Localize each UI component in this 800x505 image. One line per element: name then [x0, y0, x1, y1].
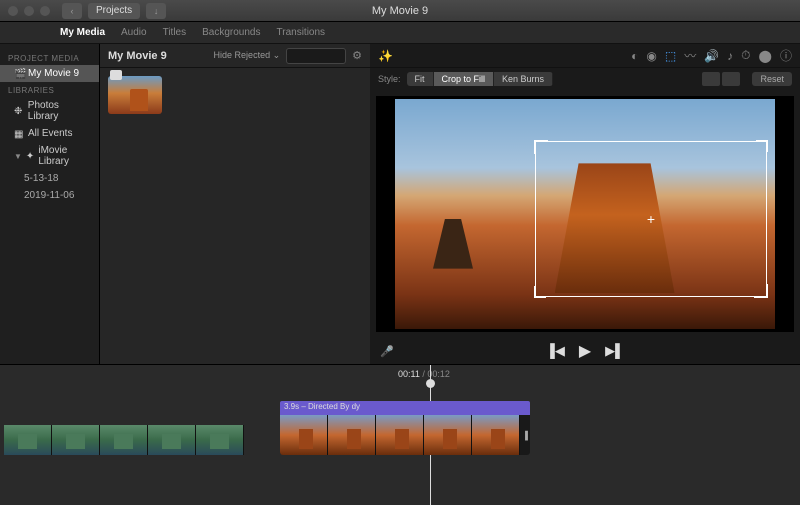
- chevron-down-icon: ▼: [14, 152, 22, 161]
- browser-title: My Movie 9: [108, 50, 167, 62]
- crop-controls: Style: Fit Crop to Fill Ken Burns Reset: [370, 68, 800, 90]
- sidebar-item-event-1[interactable]: 5-13-18: [0, 170, 99, 187]
- info-icon[interactable]: ⓘ: [780, 47, 792, 64]
- clip-trim-right[interactable]: ▐: [520, 415, 530, 455]
- sidebar-item-all-events[interactable]: ▦ All Events: [0, 125, 99, 142]
- speed-icon[interactable]: ⏱: [741, 48, 750, 63]
- crop-icon[interactable]: ⬚: [665, 49, 676, 63]
- star-icon: ✦: [26, 151, 34, 161]
- tab-titles[interactable]: Titles: [163, 27, 187, 38]
- timeline-clip-2[interactable]: 3.9s – Directed By dy ▌ ▐: [280, 401, 530, 455]
- projects-button[interactable]: Projects: [88, 3, 140, 19]
- tab-audio[interactable]: Audio: [121, 27, 147, 38]
- gear-icon[interactable]: ⚙: [352, 49, 362, 62]
- transport-controls: 🎤 ▐◀ ▶ ▶▌: [370, 338, 800, 364]
- back-button[interactable]: ‹: [62, 3, 82, 19]
- camera-icon: [110, 70, 122, 80]
- close-window-icon[interactable]: [8, 6, 18, 16]
- tab-transitions[interactable]: Transitions: [277, 27, 326, 38]
- browser-header: My Movie 9 Hide Rejected ⌄ ⚙: [100, 44, 370, 68]
- fit-button[interactable]: Fit: [407, 72, 434, 86]
- viewer-panel: ✨ ◐ ◉ ⬚ 〰 🔊 ♪ ⏱ ⬤ ⓘ Style: Fit Crop to F…: [370, 44, 800, 364]
- sidebar-item-photos[interactable]: ❉ Photos Library: [0, 97, 99, 125]
- rotate-buttons: [702, 72, 740, 86]
- traffic-lights: [8, 6, 50, 16]
- style-segment: Fit Crop to Fill Ken Burns: [407, 72, 554, 86]
- window-title: My Movie 9: [372, 5, 428, 17]
- photos-icon: ❉: [14, 106, 24, 116]
- window-titlebar: ‹ Projects ↓ My Movie 9: [0, 0, 800, 22]
- zoom-window-icon[interactable]: [40, 6, 50, 16]
- ken-burns-button[interactable]: Ken Burns: [494, 72, 553, 86]
- time-readout: 00:11 / 00:12: [398, 369, 450, 379]
- hide-rejected-dropdown[interactable]: Hide Rejected ⌄: [214, 50, 281, 61]
- prev-button[interactable]: ▐◀: [546, 343, 565, 359]
- main-area: PROJECT MEDIA 🎬 My Movie 9 LIBRARIES ❉ P…: [0, 44, 800, 364]
- filter-icon[interactable]: ⬤: [759, 49, 772, 63]
- current-time: 00:11: [398, 369, 420, 379]
- magic-wand-icon[interactable]: ✨: [378, 49, 393, 63]
- tab-backgrounds[interactable]: Backgrounds: [202, 27, 260, 38]
- sidebar-item-event-2[interactable]: 2019-11-06: [0, 187, 99, 204]
- minimize-window-icon[interactable]: [24, 6, 34, 16]
- sidebar-item-project[interactable]: 🎬 My Movie 9: [0, 65, 99, 82]
- media-browser: My Movie 9 Hide Rejected ⌄ ⚙: [100, 44, 370, 364]
- stabilize-icon[interactable]: 〰: [684, 47, 696, 64]
- browser-body[interactable]: [100, 68, 370, 364]
- tab-my-media[interactable]: My Media: [60, 27, 105, 38]
- volume-icon[interactable]: 🔊: [704, 49, 719, 63]
- sidebar-header-project: PROJECT MEDIA: [0, 50, 99, 65]
- timeline-clip-1[interactable]: [4, 425, 244, 455]
- sidebar-item-label: My Movie 9: [28, 68, 79, 79]
- noise-icon[interactable]: ♪: [727, 49, 733, 63]
- sidebar-item-imovie-library[interactable]: ▼ ✦ iMovie Library: [0, 142, 99, 170]
- titlebar-nav: ‹ Projects ↓: [62, 3, 166, 19]
- sidebar-item-label: All Events: [28, 128, 72, 139]
- crop-to-fill-button[interactable]: Crop to Fill: [434, 72, 495, 86]
- play-button[interactable]: ▶: [579, 341, 591, 361]
- clip-title-bar: 3.9s – Directed By dy: [280, 401, 530, 415]
- sidebar-item-label: iMovie Library: [38, 145, 91, 167]
- rotate-right-button[interactable]: [722, 72, 740, 86]
- clapper-icon: 🎬: [14, 69, 24, 79]
- search-input[interactable]: [286, 48, 346, 64]
- next-button[interactable]: ▶▌: [605, 343, 624, 359]
- media-thumbnail[interactable]: [108, 76, 162, 114]
- library-tabs: My Media Audio Titles Backgrounds Transi…: [0, 22, 800, 44]
- calendar-icon: ▦: [14, 129, 24, 139]
- color-balance-icon[interactable]: ◐: [631, 49, 638, 63]
- rotate-left-button[interactable]: [702, 72, 720, 86]
- color-correction-icon[interactable]: ◉: [646, 49, 656, 63]
- timeline[interactable]: 00:11 / 00:12 3.9s – Directed By dy ▌ ▐: [0, 364, 800, 505]
- import-button[interactable]: ↓: [146, 3, 166, 19]
- sidebar-item-label: Photos Library: [28, 100, 91, 122]
- viewer-canvas[interactable]: +: [376, 96, 794, 332]
- reset-button[interactable]: Reset: [752, 72, 792, 86]
- clip-body: ▌ ▐: [280, 415, 530, 455]
- sidebar-header-libraries: LIBRARIES: [0, 82, 99, 97]
- microphone-icon[interactable]: 🎤: [380, 345, 394, 358]
- video-frame: +: [395, 99, 775, 329]
- library-sidebar: PROJECT MEDIA 🎬 My Movie 9 LIBRARIES ❉ P…: [0, 44, 100, 364]
- style-label: Style:: [378, 74, 401, 84]
- viewer-toolbar: ✨ ◐ ◉ ⬚ 〰 🔊 ♪ ⏱ ⬤ ⓘ: [370, 44, 800, 68]
